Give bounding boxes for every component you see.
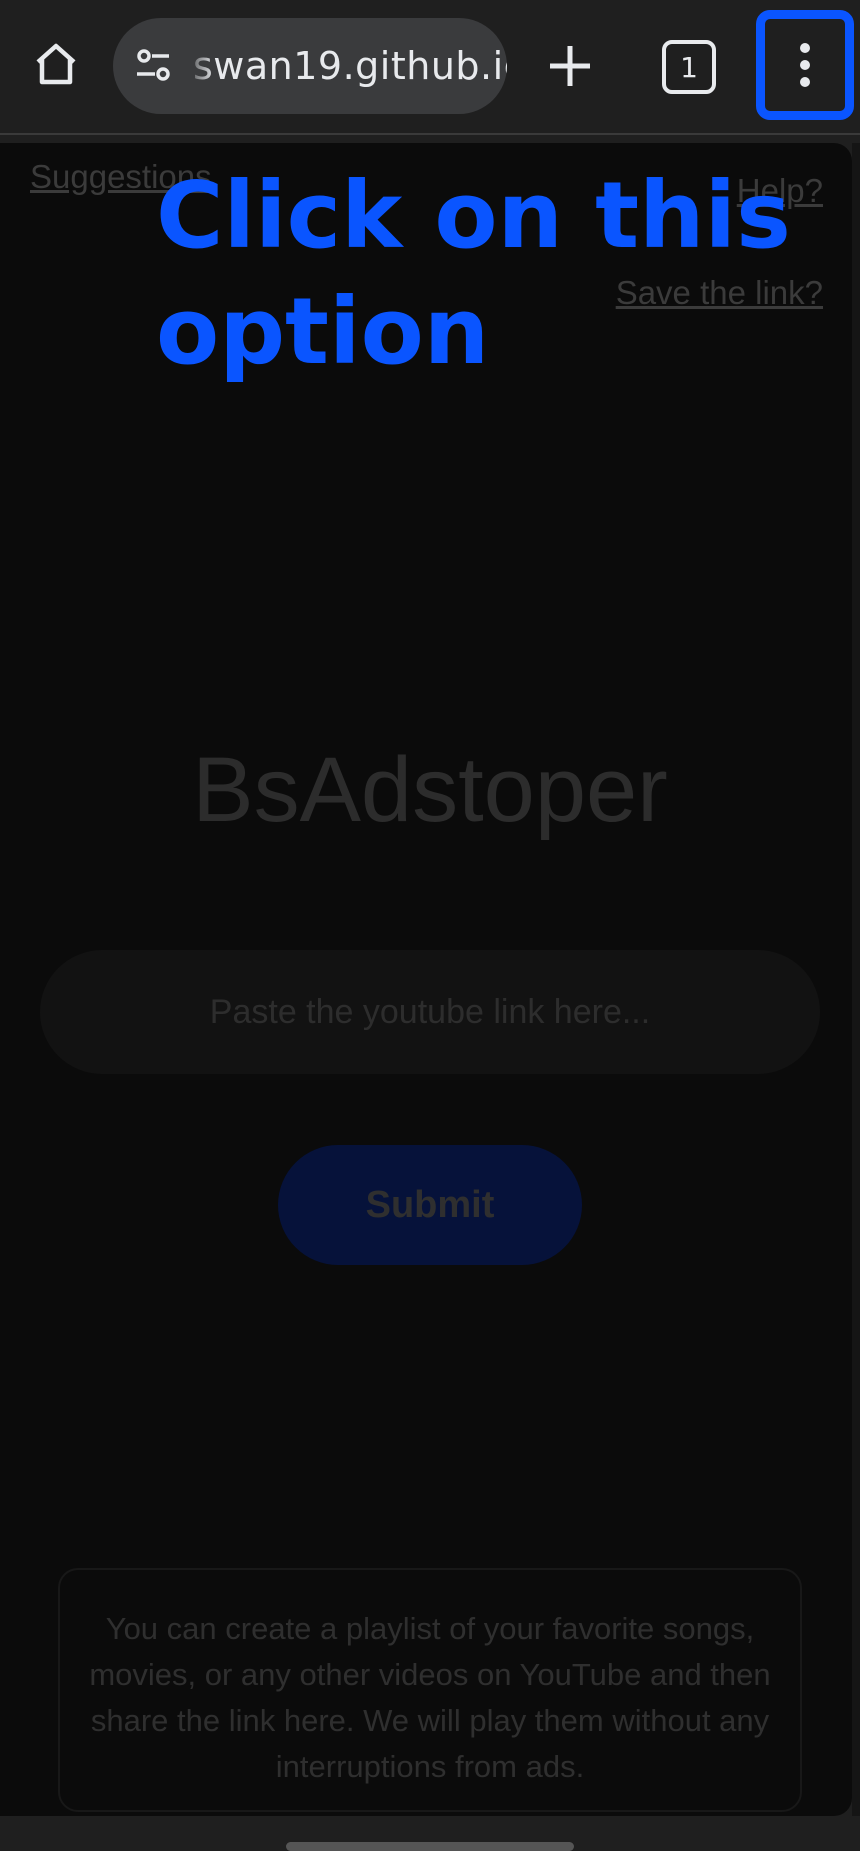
instruction-overlay: Click on this option: [156, 162, 791, 385]
home-button[interactable]: [28, 36, 84, 92]
gesture-bar[interactable]: [286, 1842, 574, 1851]
url-text: swan19.github.io: [193, 44, 507, 88]
info-text: You can create a playlist of your favori…: [89, 1611, 771, 1784]
url-fade: [185, 18, 215, 114]
tab-switcher-button[interactable]: 1: [662, 40, 716, 94]
more-options-icon: [800, 43, 810, 87]
browser-toolbar: swan19.github.io 1: [0, 0, 860, 135]
submit-button[interactable]: Submit: [278, 1145, 582, 1265]
home-icon: [36, 43, 76, 85]
youtube-link-input[interactable]: [40, 950, 820, 1074]
plus-icon: [550, 46, 590, 86]
tab-count: 1: [680, 50, 698, 84]
address-bar[interactable]: swan19.github.io: [113, 18, 507, 114]
new-tab-button[interactable]: [540, 36, 600, 96]
brand-title: BsAdstoper: [192, 739, 668, 841]
site-settings-icon[interactable]: [131, 42, 179, 90]
more-options-button[interactable]: [756, 10, 854, 120]
scrollbar[interactable]: [852, 143, 860, 1816]
info-box: You can create a playlist of your favori…: [58, 1568, 802, 1812]
